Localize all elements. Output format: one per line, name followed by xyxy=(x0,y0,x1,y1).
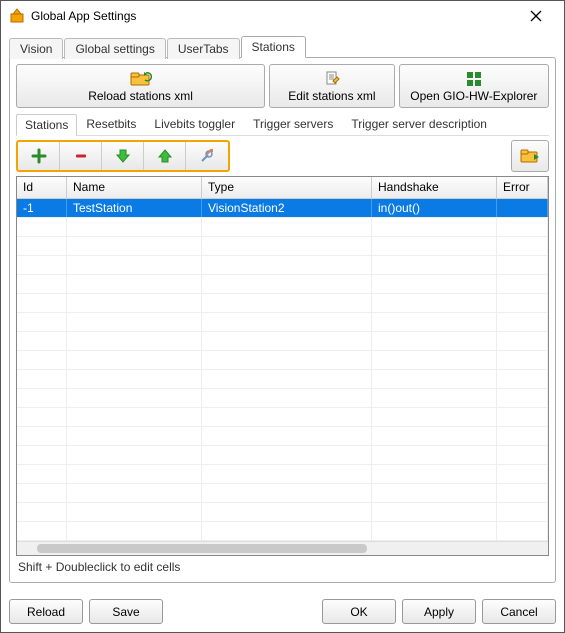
inner-tab-trigger-servers[interactable]: Trigger servers xyxy=(244,113,342,135)
table-row[interactable] xyxy=(17,237,548,256)
move-down-button[interactable] xyxy=(102,142,144,170)
grid-header: Id Name Type Handshake Error xyxy=(17,177,548,199)
col-handshake[interactable]: Handshake xyxy=(372,177,497,198)
tools-button[interactable] xyxy=(186,142,228,170)
ok-button[interactable]: OK xyxy=(322,599,396,624)
table-row[interactable] xyxy=(17,370,548,389)
cell-type[interactable]: VisionStation2 xyxy=(202,199,372,217)
apply-button[interactable]: Apply xyxy=(402,599,476,624)
table-row[interactable] xyxy=(17,503,548,522)
inner-tab-livebits[interactable]: Livebits toggler xyxy=(145,113,244,135)
move-up-button[interactable] xyxy=(144,142,186,170)
inner-tab-trigger-desc[interactable]: Trigger server description xyxy=(342,113,496,135)
inner-tab-resetbits[interactable]: Resetbits xyxy=(77,113,145,135)
table-row[interactable] xyxy=(17,465,548,484)
top-buttons: Reload stations xml Edit stations xml xyxy=(16,64,549,108)
edit-stations-label: Edit stations xml xyxy=(288,89,375,103)
tab-global-settings[interactable]: Global settings xyxy=(64,38,165,59)
table-row[interactable] xyxy=(17,275,548,294)
window-title: Global App Settings xyxy=(31,9,516,23)
save-button[interactable]: Save xyxy=(89,599,163,624)
table-row[interactable] xyxy=(17,351,548,370)
tab-usertabs[interactable]: UserTabs xyxy=(167,38,240,59)
table-row[interactable]: -1 TestStation VisionStation2 in()out() xyxy=(17,199,548,218)
tools-icon xyxy=(199,148,215,164)
reload-stations-button[interactable]: Reload stations xml xyxy=(16,64,265,108)
bottom-buttons: Reload Save OK Apply Cancel xyxy=(1,591,564,632)
grid-body[interactable]: -1 TestStation VisionStation2 in()out() xyxy=(17,199,548,541)
document-edit-icon xyxy=(324,70,340,88)
toolbar-row xyxy=(16,140,549,172)
settings-window: Global App Settings Vision Global settin… xyxy=(0,0,565,633)
scrollbar-thumb[interactable] xyxy=(37,544,367,553)
table-row[interactable] xyxy=(17,389,548,408)
grid-explorer-icon xyxy=(466,70,482,88)
stations-grid[interactable]: Id Name Type Handshake Error -1 TestStat… xyxy=(16,176,549,556)
move-up-icon xyxy=(157,148,173,164)
stations-panel: Reload stations xml Edit stations xml xyxy=(9,57,556,583)
reload-button[interactable]: Reload xyxy=(9,599,83,624)
tab-vision[interactable]: Vision xyxy=(9,38,63,59)
table-row[interactable] xyxy=(17,218,548,237)
inner-tabstrip: Stations Resetbits Livebits toggler Trig… xyxy=(16,114,549,136)
titlebar: Global App Settings xyxy=(1,1,564,30)
open-explorer-label: Open GIO-HW-Explorer xyxy=(410,89,537,103)
add-icon xyxy=(31,148,47,164)
hint-text: Shift + Doubleclick to edit cells xyxy=(16,556,549,576)
col-id[interactable]: Id xyxy=(17,177,67,198)
table-row[interactable] xyxy=(17,332,548,351)
tab-stations[interactable]: Stations xyxy=(241,36,306,58)
inner-tab-stations[interactable]: Stations xyxy=(16,114,77,136)
remove-icon xyxy=(73,148,89,164)
folder-button[interactable] xyxy=(511,140,549,172)
cell-handshake[interactable]: in()out() xyxy=(372,199,497,217)
open-explorer-button[interactable]: Open GIO-HW-Explorer xyxy=(399,64,549,108)
content: Vision Global settings UserTabs Stations xyxy=(1,30,564,591)
cancel-button[interactable]: Cancel xyxy=(482,599,556,624)
table-row[interactable] xyxy=(17,484,548,503)
app-icon xyxy=(9,8,25,24)
table-row[interactable] xyxy=(17,408,548,427)
outer-tabstrip: Vision Global settings UserTabs Stations xyxy=(9,36,556,58)
horizontal-scrollbar[interactable] xyxy=(17,541,548,555)
remove-button[interactable] xyxy=(60,142,102,170)
table-row[interactable] xyxy=(17,256,548,275)
table-row[interactable] xyxy=(17,313,548,332)
cell-id[interactable]: -1 xyxy=(17,199,67,217)
col-name[interactable]: Name xyxy=(67,177,202,198)
table-row[interactable] xyxy=(17,294,548,313)
toolbar xyxy=(16,140,230,172)
cell-error[interactable] xyxy=(497,199,548,217)
add-button[interactable] xyxy=(18,142,60,170)
close-button[interactable] xyxy=(516,2,556,30)
table-row[interactable] xyxy=(17,446,548,465)
table-row[interactable] xyxy=(17,522,548,541)
cell-name[interactable]: TestStation xyxy=(67,199,202,217)
reload-stations-label: Reload stations xml xyxy=(88,89,193,103)
col-type[interactable]: Type xyxy=(202,177,372,198)
move-down-icon xyxy=(115,148,131,164)
edit-stations-button[interactable]: Edit stations xml xyxy=(269,64,395,108)
table-row[interactable] xyxy=(17,427,548,446)
folder-icon xyxy=(520,148,540,164)
reload-folder-icon xyxy=(130,70,152,88)
col-error[interactable]: Error xyxy=(497,177,548,198)
